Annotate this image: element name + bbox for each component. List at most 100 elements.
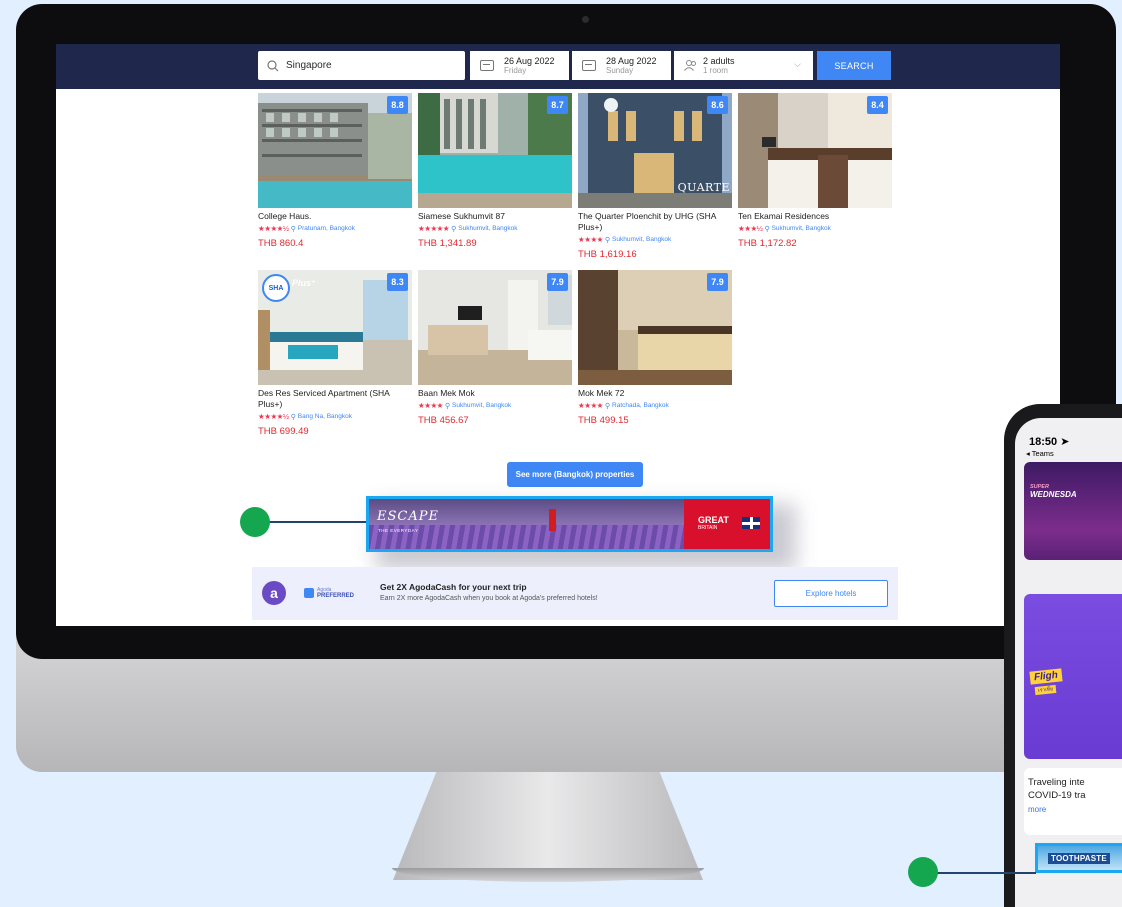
review-score: 7.9 (547, 273, 568, 291)
star-rating: ★★★★½ (258, 412, 289, 421)
back-to-teams-link[interactable]: ◂ Teams (1026, 449, 1054, 458)
hotel-name[interactable]: Ten Ekamai Residences (738, 211, 892, 222)
checkin-date: 26 Aug 2022 (504, 55, 555, 66)
star-rating: ★★★★★ (418, 224, 450, 233)
ad-brand-line1: GREAT (698, 515, 729, 525)
callout-line (924, 872, 1036, 874)
hotel-price: THB 499.15 (578, 415, 629, 426)
hotel-name[interactable]: Des Res Serviced Apartment (SHA Plus+) (258, 388, 412, 410)
guests-icon (684, 60, 696, 71)
checkin-date-field[interactable]: 26 Aug 2022 Friday (470, 51, 569, 80)
guests-dropdown[interactable]: 2 adults 1 room ⌵ (674, 51, 813, 80)
display-ad-banner[interactable]: ESCAPE THE EVERYDAY GREAT BRITAIN (366, 496, 773, 552)
promo-subtitle: Earn 2X more AgodaCash when you book at … (380, 595, 598, 602)
toothpaste-ad-banner[interactable]: TOOTHPASTE (1035, 843, 1122, 873)
location-pin-icon: ⚲ (451, 225, 457, 233)
ad-brand-line2: BRITAIN (698, 525, 718, 531)
hotel-price: THB 1,172.82 (738, 238, 797, 249)
hotel-photo[interactable]: QUARTE 8.6 (578, 93, 732, 208)
location-pin-icon: ⚲ (764, 225, 770, 233)
hotel-card[interactable]: 8.7 Siamese Sukhumvit 87 ★★★★★ ⚲ Sukhumvit… (418, 93, 572, 249)
review-score: 8.8 (387, 96, 408, 114)
location-pin-icon: ⚲ (604, 402, 611, 410)
explore-hotels-button[interactable]: Explore hotels (774, 580, 888, 607)
hotel-location[interactable]: Pratunam, Bangkok (298, 225, 355, 232)
hotel-name[interactable]: Mok Mek 72 (578, 388, 732, 399)
calendar-icon (480, 60, 494, 71)
phone-booth (549, 509, 556, 531)
destination-input[interactable]: Singapore (258, 51, 465, 80)
review-score: 8.4 (867, 96, 888, 114)
hotel-photo[interactable]: 8.8 (258, 93, 412, 208)
star-rating: ★★★★ (418, 401, 443, 410)
star-rating: ★★★★ (578, 235, 603, 244)
status-time: 18:50 ➤ (1029, 436, 1070, 448)
image-signage-text: QUARTE (677, 181, 730, 194)
hotel-photo[interactable]: 7.9 (418, 270, 572, 385)
brand-preferred: PREFERRED (317, 593, 355, 599)
hotel-location[interactable]: Sukhumvit, Bangkok (458, 225, 517, 232)
hotel-location[interactable]: Ratchada, Bangkok (612, 402, 669, 409)
hotel-card[interactable]: SHA Plus⁺ 8.3 Des Res Serviced Apartment… (258, 270, 412, 437)
card-big-text: WEDNESDA (1030, 490, 1077, 499)
hotel-name[interactable]: The Quarter Ploenchit by UHG (SHA Plus+) (578, 211, 732, 233)
flights-promo-card[interactable]: Fligh เราเที่ย (1024, 594, 1122, 759)
hotel-card[interactable]: QUARTE 8.6 The Quarter Ploenchit by UHG … (578, 93, 732, 260)
covid-notice-card: Traveling inte COVID-19 tra more (1024, 768, 1122, 835)
hotel-location[interactable]: Sukhumvit, Bangkok (452, 402, 511, 409)
imac-stand (393, 772, 703, 880)
ad-headline: ESCAPE (377, 509, 439, 524)
destination-value: Singapore (286, 60, 332, 71)
hotel-card[interactable]: 7.9 Baan Mek Mok ★★★★ ⚲ Sukhumvit, Bangkok… (418, 270, 572, 426)
hotel-price: THB 456.67 (418, 415, 469, 426)
hotel-card[interactable]: 7.9 Mok Mek 72 ★★★★ ⚲ Ratchada, Bangkok TH… (578, 270, 732, 426)
ad-brand-panel: GREAT BRITAIN (684, 499, 770, 549)
hotel-photo[interactable]: 7.9 (578, 270, 732, 385)
hotel-photo[interactable]: 8.4 (738, 93, 892, 208)
hotel-name[interactable]: Baan Mek Mok (418, 388, 572, 399)
hotel-name[interactable]: College Haus. (258, 211, 412, 222)
hotel-price: THB 860.4 (258, 238, 304, 249)
checkin-day: Friday (504, 65, 527, 75)
star-rating: ★★★★½ (258, 224, 289, 233)
rooms-count: 1 room (703, 65, 728, 75)
flights-label: Fligh (1029, 668, 1063, 685)
agoda-preferred-promo: a Agoda PREFERRED Get 2X AgodaCash for yo… (252, 567, 898, 620)
search-button[interactable]: SEARCH (817, 51, 891, 80)
agoda-logo-icon (304, 588, 314, 598)
search-icon (267, 59, 279, 71)
hotel-card[interactable]: 8.8 College Haus. ★★★★½ ⚲ Pratunam, Bangko… (258, 93, 412, 249)
guests-count: 2 adults (703, 55, 735, 66)
search-bar: Singapore 26 Aug 2022 Friday 28 Aug 2022 S… (56, 44, 1060, 89)
hotel-location[interactable]: Sukhumvit, Bangkok (612, 236, 671, 243)
checkout-day: Sunday (606, 65, 634, 75)
review-score: 8.7 (547, 96, 568, 114)
ad-tagline: THE EVERYDAY (378, 528, 419, 533)
callout-line (256, 521, 366, 523)
more-link[interactable]: more (1028, 805, 1122, 814)
agoda-preferred-logo: Agoda PREFERRED (304, 587, 354, 599)
hotel-price: THB 1,341.89 (418, 238, 477, 249)
see-more-button[interactable]: See more (Bangkok) properties (507, 462, 643, 487)
hotel-photo[interactable]: SHA Plus⁺ 8.3 (258, 270, 412, 385)
hotel-location[interactable]: Sukhumvit, Bangkok (772, 225, 831, 232)
hotel-name[interactable]: Siamese Sukhumvit 87 (418, 211, 572, 222)
union-flag-icon (742, 517, 760, 529)
checkout-date-field[interactable]: 28 Aug 2022 Sunday (572, 51, 671, 80)
chevron-down-icon: ⌵ (794, 59, 801, 69)
notice-line1: Traveling inte (1028, 777, 1085, 788)
callout-marker (908, 857, 938, 887)
review-score: 8.6 (707, 96, 728, 114)
hotel-photo[interactable]: 8.7 (418, 93, 572, 208)
calendar-icon (582, 60, 596, 71)
sha-badge: SHA (262, 274, 290, 302)
callout-marker (240, 507, 270, 537)
location-pin-icon: ⚲ (604, 236, 611, 244)
location-pin-icon: ⚲ (290, 413, 296, 421)
super-wednesday-card[interactable]: SUPER WEDNESDA (1024, 462, 1122, 560)
star-rating: ★★★★ (578, 401, 603, 410)
hotel-price: THB 1,619.16 (578, 249, 637, 260)
hotel-location[interactable]: Bang Na, Bangkok (298, 413, 352, 420)
sha-plus-label: Plus⁺ (292, 278, 316, 288)
hotel-card[interactable]: 8.4 Ten Ekamai Residences ★★★½ ⚲ Sukhumvit… (738, 93, 892, 249)
